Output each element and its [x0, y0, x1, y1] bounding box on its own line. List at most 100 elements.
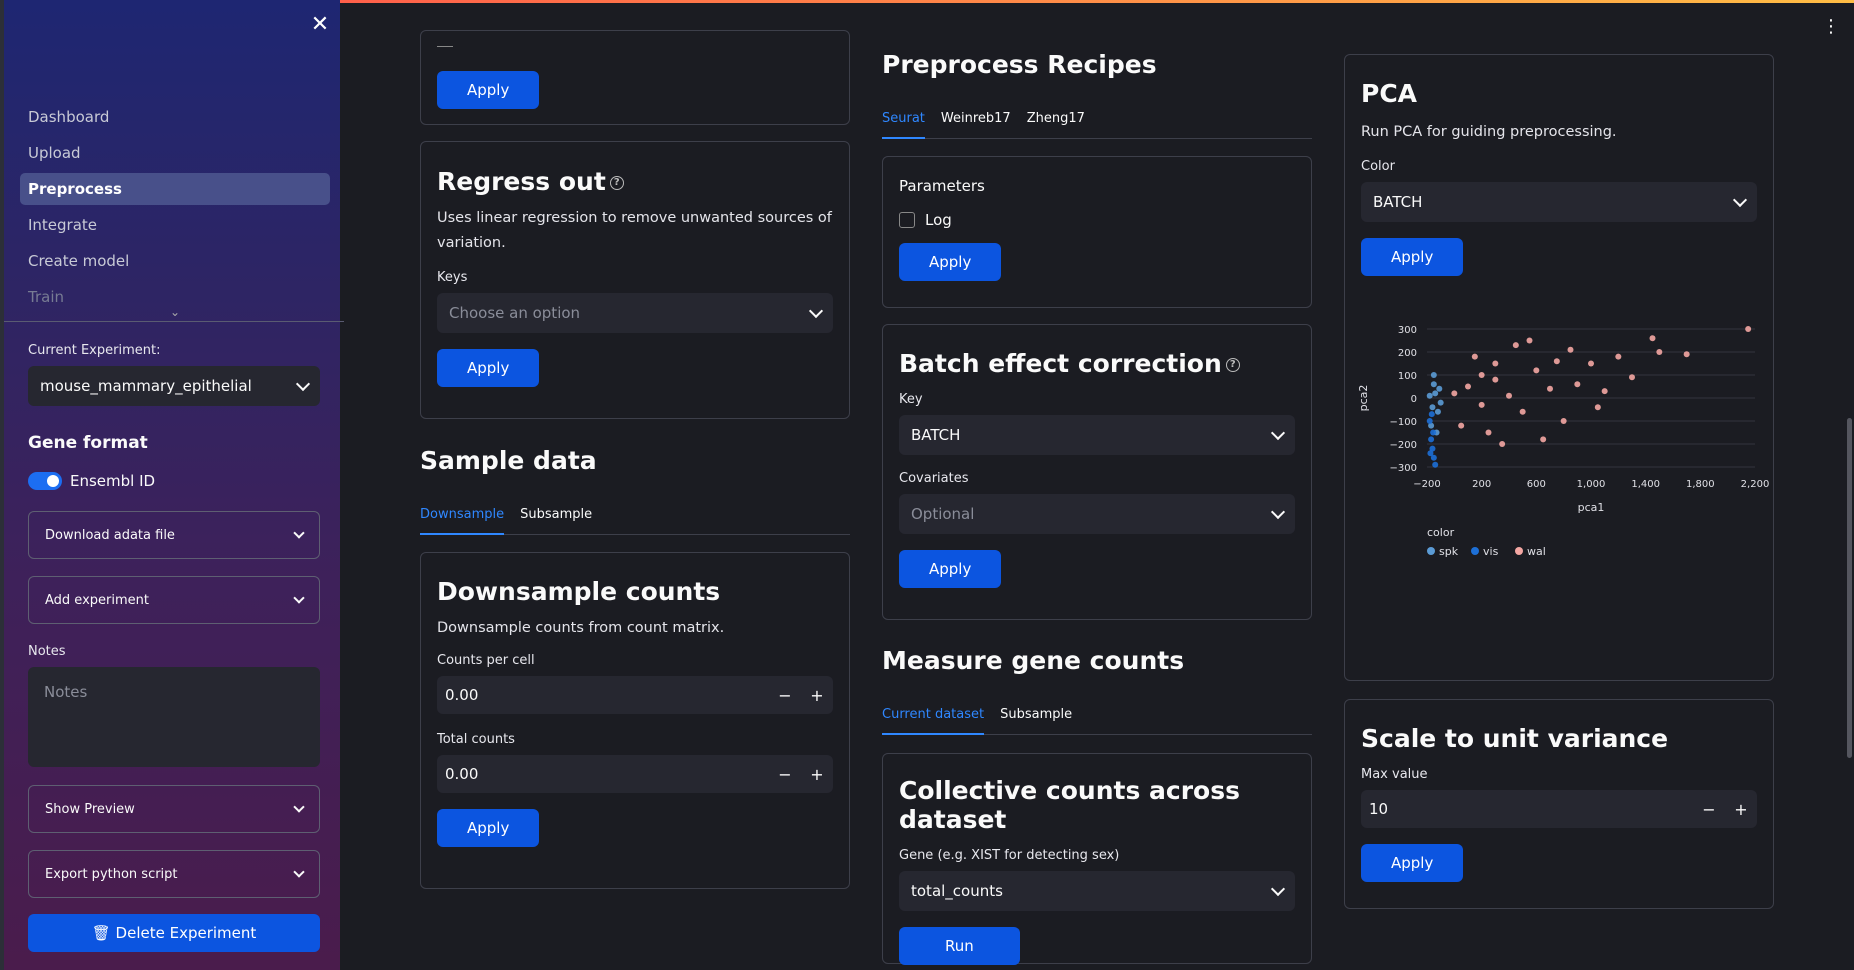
total-counts-input[interactable]: 0.00 − + — [437, 755, 833, 793]
scatter-point-vis — [1428, 436, 1435, 443]
divider — [4, 321, 344, 322]
scatter-point-wal — [1471, 353, 1478, 360]
tab-downsample[interactable]: Downsample — [420, 501, 505, 535]
top-card: Apply — [420, 30, 850, 125]
scale-title: Scale to unit variance — [1361, 724, 1669, 753]
max-value-label: Max value — [1361, 767, 1428, 782]
x-tick-label: 200 — [1472, 479, 1491, 490]
help-icon[interactable]: ? — [609, 176, 624, 190]
scatter-point-wal — [1492, 360, 1499, 367]
scatter-point-wal — [1547, 385, 1553, 392]
notes-label: Notes — [28, 644, 66, 659]
scatter-point-vis — [1430, 429, 1437, 436]
delete-experiment-button[interactable]: 🗑 Delete Experiment — [28, 914, 320, 952]
pca-card: PCA Run PCA for guiding preprocessing. C… — [1344, 54, 1774, 681]
scrollbar[interactable] — [1846, 0, 1854, 970]
show-preview-expander[interactable]: Show Preview — [28, 785, 320, 833]
scatter-point-wal — [1451, 390, 1458, 397]
counts-per-cell-input[interactable]: 0.00 − + — [437, 676, 833, 714]
sample-tabs: Downsample Subsample — [420, 501, 850, 535]
keys-select[interactable]: Choose an option — [437, 293, 833, 333]
batch-apply-button[interactable]: Apply — [899, 550, 1002, 588]
scatter-point-wal — [1553, 358, 1560, 365]
key-select-value: BATCH — [911, 426, 961, 444]
legend-label-vis: vis — [1483, 545, 1499, 558]
add-experiment-expander[interactable]: Add experiment — [28, 576, 320, 624]
tab-zheng17[interactable]: Zheng17 — [1027, 105, 1085, 139]
parameters-card: Parameters Log Apply — [882, 156, 1312, 308]
minus-icon[interactable]: − — [1693, 800, 1725, 819]
scatter-point-wal — [1465, 383, 1471, 390]
more-menu-icon[interactable]: ⋮ — [1822, 16, 1840, 37]
scatter-point-wal — [1506, 392, 1512, 399]
minus-icon[interactable]: − — [769, 765, 801, 784]
chevron-down-icon — [293, 592, 305, 604]
notes-textarea[interactable] — [28, 667, 320, 767]
plus-icon[interactable]: + — [801, 686, 833, 705]
checkbox-cutoff — [437, 39, 453, 47]
covariates-select[interactable]: Optional — [899, 494, 1295, 534]
pca-scatter-chart[interactable]: 300 200 100 0 −100 −200 −300 −200 200 600 1,000 1,4… — [1349, 305, 1769, 635]
scatter-point-wal — [1485, 429, 1492, 436]
ensembl-toggle[interactable] — [28, 472, 62, 490]
plus-icon[interactable]: + — [801, 765, 833, 784]
sidebar-item-integrate[interactable]: Integrate — [20, 209, 330, 241]
experiment-select-value: mouse_mammary_epithelial — [40, 377, 252, 395]
sidebar-item-dashboard[interactable]: Dashboard — [20, 101, 330, 133]
scatter-point-vis — [1432, 461, 1439, 468]
x-tick-label: 1,000 — [1577, 479, 1606, 490]
scatter-point-spk — [1426, 392, 1433, 399]
scatter-point-wal — [1683, 351, 1690, 358]
tab-subsample[interactable]: Subsample — [1000, 701, 1072, 735]
scatter-point-wal — [1656, 349, 1663, 355]
show-preview-label: Show Preview — [45, 801, 135, 817]
downsample-apply-button[interactable]: Apply — [437, 809, 540, 847]
delete-experiment-label: Delete Experiment — [115, 924, 257, 942]
collective-counts-card: Collective counts across dataset Gene (e… — [882, 753, 1312, 965]
run-button[interactable]: Run — [899, 927, 1020, 965]
minus-icon[interactable]: − — [769, 686, 801, 705]
close-icon[interactable]: ✕ — [309, 14, 331, 36]
sidebar-item-preprocess[interactable]: Preprocess — [20, 173, 330, 205]
sidebar-item-create-model[interactable]: Create model — [20, 245, 330, 277]
plus-icon[interactable]: + — [1725, 800, 1757, 819]
download-adata-expander[interactable]: Download adata file — [28, 511, 320, 559]
color-select[interactable]: BATCH — [1361, 182, 1757, 222]
regress-apply-button[interactable]: Apply — [437, 349, 540, 387]
downsample-desc: Downsample counts from count matrix. — [437, 620, 725, 636]
tab-current-dataset[interactable]: Current dataset — [882, 701, 985, 735]
scale-card: Scale to unit variance Max value 10 − + … — [1344, 699, 1774, 909]
y-tick-label: −200 — [1390, 440, 1417, 451]
scatter-point-spk — [1432, 390, 1439, 397]
key-select[interactable]: BATCH — [899, 415, 1295, 455]
color-label: Color — [1361, 159, 1395, 174]
key-label: Key — [899, 392, 923, 407]
max-value-input[interactable]: 10 − + — [1361, 790, 1757, 828]
chevron-down-icon — [1270, 425, 1286, 440]
batch-effect-card: Batch effect correction? Key BATCH Covar… — [882, 324, 1312, 620]
scatter-point-wal — [1567, 346, 1574, 353]
help-icon[interactable]: ? — [1225, 358, 1240, 372]
pca-apply-button[interactable]: Apply — [1361, 238, 1464, 276]
scatter-point-wal — [1458, 422, 1465, 429]
total-counts-label: Total counts — [437, 732, 515, 747]
log-checkbox[interactable] — [899, 212, 915, 228]
chevron-down-icon[interactable]: ⌄ — [170, 305, 180, 319]
scale-apply-button[interactable]: Apply — [1361, 844, 1464, 882]
regress-out-card: Regress out? Uses linear regression to r… — [420, 141, 850, 419]
legend-marker-vis — [1471, 547, 1479, 555]
scatter-point-wal — [1492, 376, 1499, 383]
tab-seurat[interactable]: Seurat — [882, 105, 925, 139]
recipe-apply-button[interactable]: Apply — [899, 243, 1002, 281]
sidebar-item-upload[interactable]: Upload — [20, 137, 330, 169]
apply-button[interactable]: Apply — [437, 71, 540, 109]
scrollbar-thumb[interactable] — [1847, 418, 1852, 758]
experiment-select[interactable]: mouse_mammary_epithelial — [28, 366, 320, 406]
export-script-expander[interactable]: Export python script — [28, 850, 320, 898]
x-tick-label: 2,200 — [1741, 479, 1769, 490]
tab-weinreb17[interactable]: Weinreb17 — [941, 105, 1011, 139]
gene-select[interactable]: total_counts — [899, 871, 1295, 911]
scatter-point-vis — [1428, 411, 1435, 418]
chevron-down-icon — [293, 527, 305, 539]
tab-subsample[interactable]: Subsample — [520, 501, 592, 535]
